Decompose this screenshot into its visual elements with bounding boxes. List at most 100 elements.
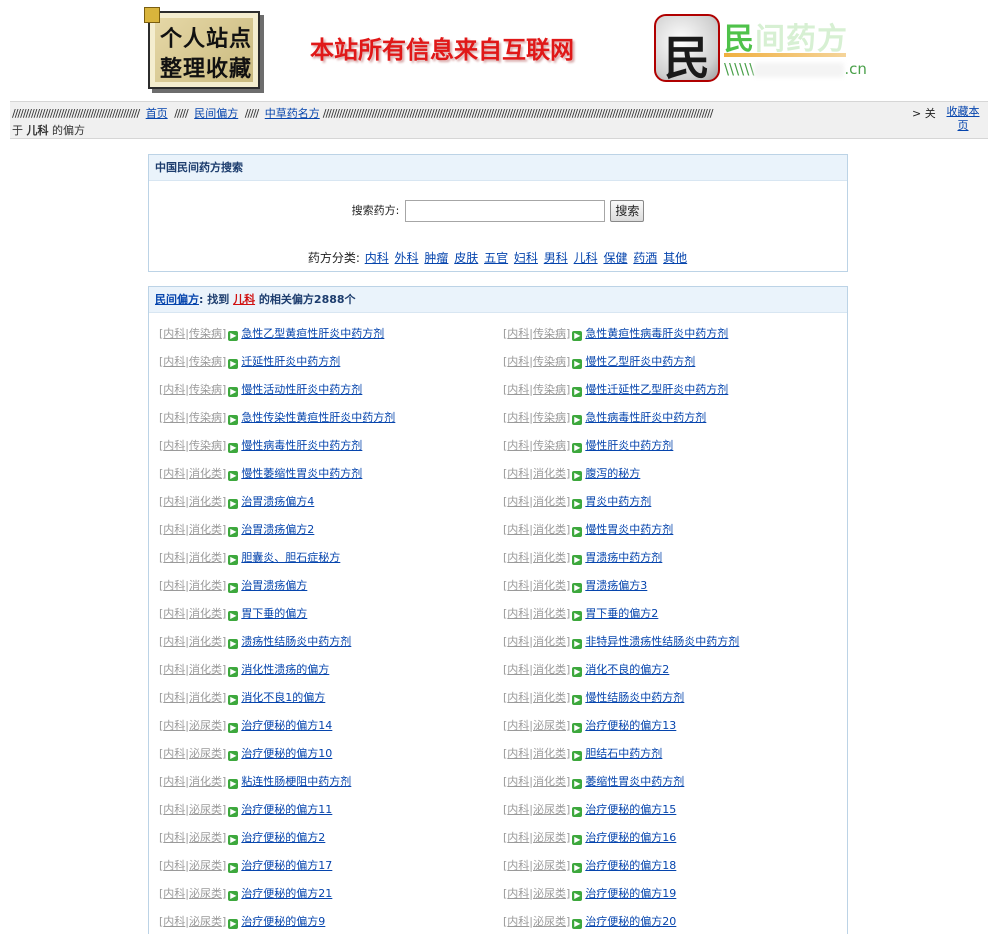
- item-tag-category[interactable]: 内科: [163, 635, 185, 648]
- item-tag-category[interactable]: 内科: [163, 411, 185, 424]
- item-title-link[interactable]: 治疗便秘的偏方9: [241, 915, 325, 928]
- item-title-link[interactable]: 胃溃疡中药方剂: [585, 551, 662, 564]
- item-tag-subcategory[interactable]: 消化类: [189, 467, 222, 480]
- item-tag-subcategory[interactable]: 消化类: [533, 523, 566, 536]
- item-tag-category[interactable]: 内科: [163, 915, 185, 928]
- item-tag-subcategory[interactable]: 消化类: [533, 495, 566, 508]
- item-title-link[interactable]: 消化不良的偏方2: [585, 663, 669, 676]
- item-title-link[interactable]: 急性传染性黄疸性肝炎中药方剂: [241, 411, 395, 424]
- item-title-link[interactable]: 治疗便秘的偏方19: [585, 887, 676, 900]
- item-tag-category[interactable]: 内科: [507, 579, 529, 592]
- item-tag-subcategory[interactable]: 传染病: [533, 383, 566, 396]
- item-tag-category[interactable]: 内科: [507, 355, 529, 368]
- item-tag-subcategory[interactable]: 消化类: [189, 523, 222, 536]
- item-tag-category[interactable]: 内科: [163, 803, 185, 816]
- item-tag-category[interactable]: 内科: [507, 523, 529, 536]
- item-tag-subcategory[interactable]: 泌尿类: [189, 747, 222, 760]
- item-title-link[interactable]: 慢性病毒性肝炎中药方剂: [241, 439, 362, 452]
- item-tag-category[interactable]: 内科: [163, 579, 185, 592]
- item-tag-category[interactable]: 内科: [507, 635, 529, 648]
- item-tag-category[interactable]: 内科: [163, 887, 185, 900]
- results-category-link[interactable]: 民间偏方: [155, 293, 199, 306]
- item-tag-subcategory[interactable]: 消化类: [533, 775, 566, 788]
- item-title-link[interactable]: 胃下垂的偏方2: [585, 607, 658, 620]
- item-tag-category[interactable]: 内科: [163, 747, 185, 760]
- item-tag-category[interactable]: 内科: [163, 327, 185, 340]
- item-tag-category[interactable]: 内科: [507, 551, 529, 564]
- item-tag-subcategory[interactable]: 泌尿类: [189, 887, 222, 900]
- item-title-link[interactable]: 胆结石中药方剂: [585, 747, 662, 760]
- item-title-link[interactable]: 消化不良1的偏方: [241, 691, 325, 704]
- item-tag-subcategory[interactable]: 消化类: [533, 747, 566, 760]
- item-tag-category[interactable]: 内科: [507, 775, 529, 788]
- item-tag-category[interactable]: 内科: [163, 691, 185, 704]
- item-tag-subcategory[interactable]: 消化类: [189, 775, 222, 788]
- item-tag-subcategory[interactable]: 泌尿类: [533, 831, 566, 844]
- item-tag-category[interactable]: 内科: [507, 719, 529, 732]
- item-tag-subcategory[interactable]: 泌尿类: [189, 831, 222, 844]
- search-input[interactable]: [404, 200, 605, 222]
- item-tag-category[interactable]: 内科: [507, 495, 529, 508]
- item-title-link[interactable]: 治胃溃疡偏方2: [241, 523, 314, 536]
- results-keyword-link[interactable]: 儿科: [233, 293, 255, 306]
- item-title-link[interactable]: 慢性肝炎中药方剂: [585, 439, 673, 452]
- site-logo[interactable]: 个人站点 整理收藏: [144, 7, 260, 89]
- item-tag-subcategory[interactable]: 泌尿类: [189, 803, 222, 816]
- category-link[interactable]: 妇科: [514, 251, 538, 265]
- item-title-link[interactable]: 治胃溃疡偏方4: [241, 495, 314, 508]
- item-tag-subcategory[interactable]: 泌尿类: [533, 915, 566, 928]
- item-title-link[interactable]: 溃疡性结肠炎中药方剂: [241, 635, 351, 648]
- item-tag-subcategory[interactable]: 泌尿类: [189, 915, 222, 928]
- min-character-logo-icon[interactable]: 民: [654, 14, 720, 82]
- add-favorite-link[interactable]: 收藏本页: [942, 105, 984, 133]
- item-tag-subcategory[interactable]: 泌尿类: [189, 859, 222, 872]
- item-tag-subcategory[interactable]: 传染病: [533, 355, 566, 368]
- item-tag-category[interactable]: 内科: [163, 383, 185, 396]
- item-title-link[interactable]: 胃下垂的偏方: [241, 607, 307, 620]
- breadcrumb-herbal-link[interactable]: 中草药名方: [265, 107, 320, 120]
- item-title-link[interactable]: 治疗便秘的偏方11: [241, 803, 332, 816]
- item-tag-subcategory[interactable]: 消化类: [189, 691, 222, 704]
- category-link[interactable]: 儿科: [574, 251, 598, 265]
- category-link[interactable]: 其他: [663, 251, 687, 265]
- item-tag-subcategory[interactable]: 消化类: [189, 551, 222, 564]
- item-title-link[interactable]: 治疗便秘的偏方16: [585, 831, 676, 844]
- item-tag-subcategory[interactable]: 消化类: [533, 467, 566, 480]
- item-tag-subcategory[interactable]: 传染病: [189, 411, 222, 424]
- item-title-link[interactable]: 慢性萎缩性胃炎中药方剂: [241, 467, 362, 480]
- item-tag-subcategory[interactable]: 泌尿类: [533, 719, 566, 732]
- item-tag-subcategory[interactable]: 泌尿类: [533, 887, 566, 900]
- item-title-link[interactable]: 治疗便秘的偏方18: [585, 859, 676, 872]
- item-tag-subcategory[interactable]: 泌尿类: [533, 803, 566, 816]
- item-tag-category[interactable]: 内科: [507, 859, 529, 872]
- item-title-link[interactable]: 治胃溃疡偏方: [241, 579, 307, 592]
- item-tag-category[interactable]: 内科: [507, 411, 529, 424]
- item-tag-subcategory[interactable]: 传染病: [189, 439, 222, 452]
- item-title-link[interactable]: 治疗便秘的偏方21: [241, 887, 332, 900]
- item-tag-subcategory[interactable]: 传染病: [189, 327, 222, 340]
- item-title-link[interactable]: 治疗便秘的偏方2: [241, 831, 325, 844]
- item-title-link[interactable]: 治疗便秘的偏方10: [241, 747, 332, 760]
- item-title-link[interactable]: 慢性迁延性乙型肝炎中药方剂: [585, 383, 728, 396]
- item-tag-category[interactable]: 内科: [163, 495, 185, 508]
- breadcrumb-folk-link[interactable]: 民间偏方: [194, 107, 238, 120]
- item-tag-subcategory[interactable]: 传染病: [533, 411, 566, 424]
- item-tag-category[interactable]: 内科: [507, 383, 529, 396]
- item-tag-subcategory[interactable]: 泌尿类: [189, 719, 222, 732]
- item-tag-subcategory[interactable]: 消化类: [533, 691, 566, 704]
- item-tag-category[interactable]: 内科: [507, 327, 529, 340]
- category-link[interactable]: 保健: [603, 251, 627, 265]
- item-tag-category[interactable]: 内科: [163, 355, 185, 368]
- category-link[interactable]: 男科: [544, 251, 568, 265]
- item-tag-category[interactable]: 内科: [507, 747, 529, 760]
- item-tag-subcategory[interactable]: 消化类: [189, 607, 222, 620]
- item-title-link[interactable]: 急性乙型黄疸性肝炎中药方剂: [241, 327, 384, 340]
- item-title-link[interactable]: 治疗便秘的偏方17: [241, 859, 332, 872]
- item-tag-subcategory[interactable]: 消化类: [189, 635, 222, 648]
- item-tag-category[interactable]: 内科: [163, 663, 185, 676]
- item-tag-subcategory[interactable]: 传染病: [533, 327, 566, 340]
- item-tag-category[interactable]: 内科: [163, 523, 185, 536]
- category-link[interactable]: 外科: [395, 251, 419, 265]
- category-link[interactable]: 内科: [365, 251, 389, 265]
- item-tag-category[interactable]: 内科: [163, 439, 185, 452]
